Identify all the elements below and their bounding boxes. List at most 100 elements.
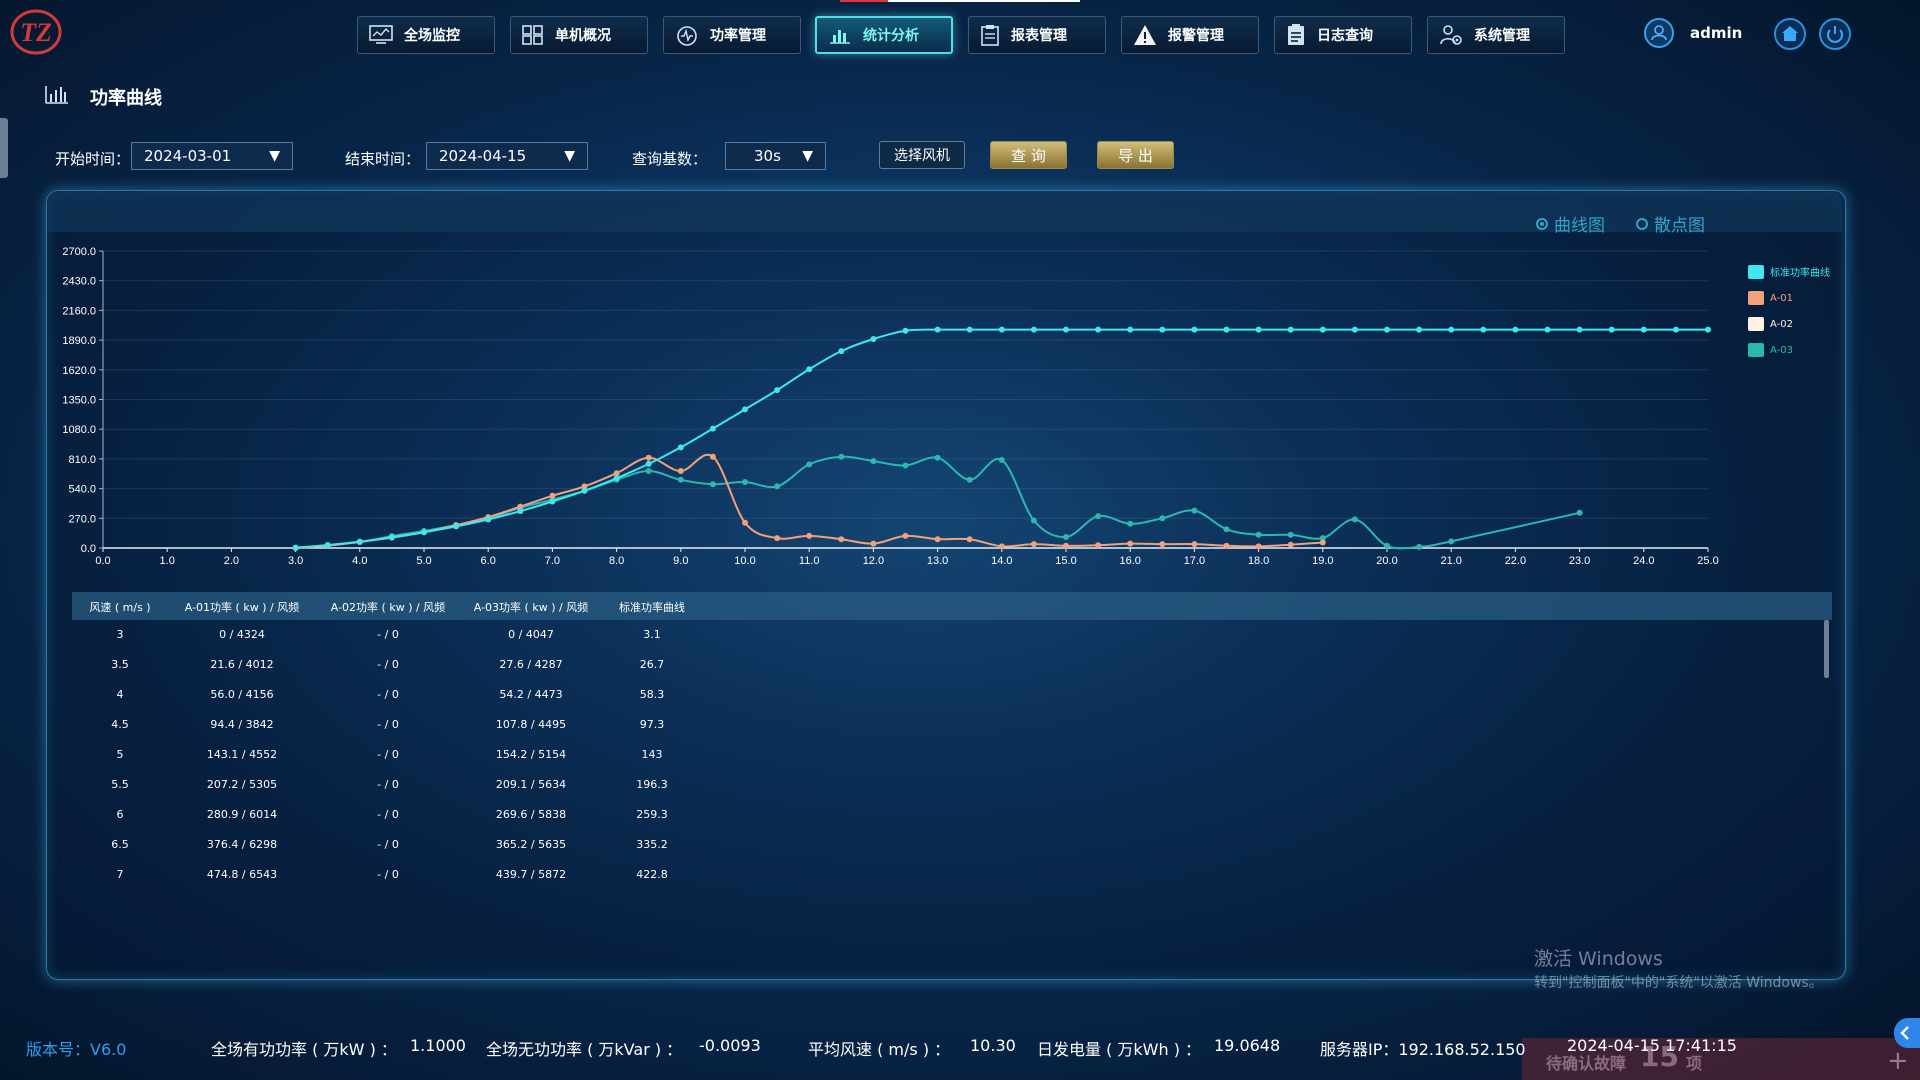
table-cell: 209.1 / 5634	[495, 778, 567, 791]
y-tick-label: 1890.0	[62, 335, 96, 347]
table-cell: - / 0	[377, 658, 399, 671]
table-cell: 3.5	[111, 658, 129, 671]
export-button[interactable]: 导 出	[1097, 141, 1174, 169]
data-point	[677, 476, 684, 483]
data-point	[966, 476, 973, 483]
curve-radio[interactable]: 曲线图	[1536, 211, 1605, 236]
side-collapse-tab[interactable]	[1894, 1018, 1920, 1048]
data-point	[1159, 541, 1166, 548]
data-point	[1416, 326, 1423, 333]
radio-unselected-icon	[1636, 217, 1648, 230]
data-point	[966, 536, 973, 543]
chart-title-icon	[45, 86, 68, 104]
nav-statistics[interactable]: 统计分析	[815, 16, 953, 54]
table-cell: - / 0	[377, 838, 399, 851]
x-tick-label: 23.0	[1569, 555, 1590, 567]
table-cell: 107.8 / 4495	[495, 718, 567, 731]
data-point	[1448, 538, 1455, 545]
data-point	[453, 523, 460, 530]
end-time-select[interactable]: 2024-04-15 ▼	[426, 142, 588, 170]
data-point	[998, 543, 1005, 550]
table-row[interactable]: 4 56.0 / 4156 - / 0 54.2 / 4473 58.3	[72, 680, 772, 710]
data-point	[1063, 542, 1069, 549]
data-point	[998, 326, 1005, 333]
table-header: 风速 ( m/s ) A-01功率 ( kw ) / 风频 A-02功率 ( k…	[72, 592, 1832, 620]
start-time-select[interactable]: 2024-03-01 ▼	[131, 142, 293, 170]
table-row[interactable]: 7 474.8 / 6543 - / 0 439.7 / 5872 422.8	[72, 860, 772, 890]
x-tick-label: 24.0	[1633, 555, 1654, 567]
power-icon	[1827, 26, 1843, 43]
table-header-cell: A-02功率 ( kw ) / 风频	[330, 601, 446, 614]
start-time-value: 2024-03-01	[144, 147, 232, 165]
table-row[interactable]: 6.5 376.4 / 6298 - / 0 365.2 / 5635 335.2	[72, 830, 772, 860]
nav-system-management[interactable]: 系统管理	[1427, 16, 1565, 54]
data-point	[1127, 326, 1134, 333]
nav-report-management[interactable]: 报表管理	[968, 16, 1106, 54]
table-row[interactable]: 3.5 21.6 / 4012 - / 0 27.6 / 4287 26.7	[72, 650, 772, 680]
home-button[interactable]	[1774, 18, 1806, 50]
table-cell: 154.2 / 5154	[495, 748, 567, 761]
select-turbine-button[interactable]: 选择风机	[879, 141, 965, 169]
data-point	[1095, 513, 1102, 520]
nav-label: 统计分析	[863, 28, 919, 44]
nav-label: 报警管理	[1168, 28, 1224, 44]
top-accent-line-red	[840, 0, 888, 2]
table-cell: 196.3	[636, 778, 668, 791]
data-point	[1384, 326, 1390, 333]
x-tick-label: 14.0	[991, 555, 1012, 567]
data-point	[1223, 326, 1230, 333]
page-title: 功率曲线	[90, 88, 162, 109]
base-label: 查询基数：	[632, 150, 708, 168]
data-point	[902, 462, 909, 469]
sidebar-handle[interactable]	[0, 118, 8, 178]
table-scrollbar[interactable]	[1824, 620, 1829, 678]
data-point	[1255, 543, 1262, 550]
nav-label: 单机概况	[555, 28, 611, 44]
data-point	[1095, 542, 1102, 549]
scatter-radio[interactable]: 散点图	[1636, 211, 1705, 236]
power-off-button[interactable]	[1819, 18, 1851, 50]
plus-icon[interactable]: +	[1887, 1046, 1909, 1076]
x-tick-label: 18.0	[1248, 555, 1269, 567]
series-line-standard	[295, 328, 1708, 549]
query-button[interactable]: 查 询	[990, 141, 1067, 169]
user-avatar-icon[interactable]	[1644, 18, 1674, 48]
y-tick-label: 0.0	[81, 543, 96, 555]
data-point	[774, 483, 781, 490]
table-row[interactable]: 4.5 94.4 / 3842 - / 0 107.8 / 4495 97.3	[72, 710, 772, 740]
base-value: 30s	[754, 147, 781, 165]
data-point	[902, 327, 909, 334]
nav-log-query[interactable]: 日志查询	[1274, 16, 1412, 54]
power-curve-chart: 0.0 270.0 540.0 810.0 1080.0 1350.0 1620.0 1890…	[62, 246, 1718, 567]
nav-label: 功率管理	[710, 28, 766, 44]
data-point	[388, 534, 395, 541]
x-tick-label: 22.0	[1505, 555, 1526, 567]
data-point	[549, 492, 556, 499]
x-tick-label: 13.0	[927, 555, 948, 567]
nav-power-management[interactable]: 功率管理	[663, 16, 801, 54]
data-point	[1127, 520, 1134, 527]
data-point	[1640, 326, 1647, 333]
start-time-label: 开始时间：	[55, 150, 131, 168]
data-point	[934, 536, 941, 543]
table-header-cell: A-03功率 ( kw ) / 风频	[473, 601, 589, 614]
table-row[interactable]: 6 280.9 / 6014 - / 0 269.6 / 5838 259.3	[72, 800, 772, 830]
nav-full-monitor[interactable]: 全场监控	[357, 16, 495, 54]
data-point	[1223, 526, 1230, 533]
data-point	[677, 444, 684, 451]
data-point	[774, 535, 781, 542]
table-cell: - / 0	[377, 688, 399, 701]
nav-alarm-management[interactable]: 报警管理	[1121, 16, 1259, 54]
data-point	[1191, 326, 1198, 333]
activation-watermark-text: 转到"控制面板"中的"系统"以激活 Windows。	[1534, 975, 1823, 991]
data-point	[1351, 516, 1358, 523]
data-point	[1063, 326, 1069, 333]
table-row[interactable]: 5 143.1 / 4552 - / 0 154.2 / 5154 143	[72, 740, 772, 770]
nav-unit-overview[interactable]: 单机概况	[510, 16, 648, 54]
table-row[interactable]: 5.5 207.2 / 5305 - / 0 209.1 / 5634 196.3	[72, 770, 772, 800]
table-row[interactable]: 3 0 / 4324 - / 0 0 / 4047 3.1	[72, 620, 772, 650]
data-point	[1705, 326, 1711, 333]
y-tick-label: 1080.0	[62, 424, 96, 436]
base-select[interactable]: 30s ▼	[725, 142, 826, 170]
daily-energy-value: 19.0648	[1214, 1036, 1281, 1055]
